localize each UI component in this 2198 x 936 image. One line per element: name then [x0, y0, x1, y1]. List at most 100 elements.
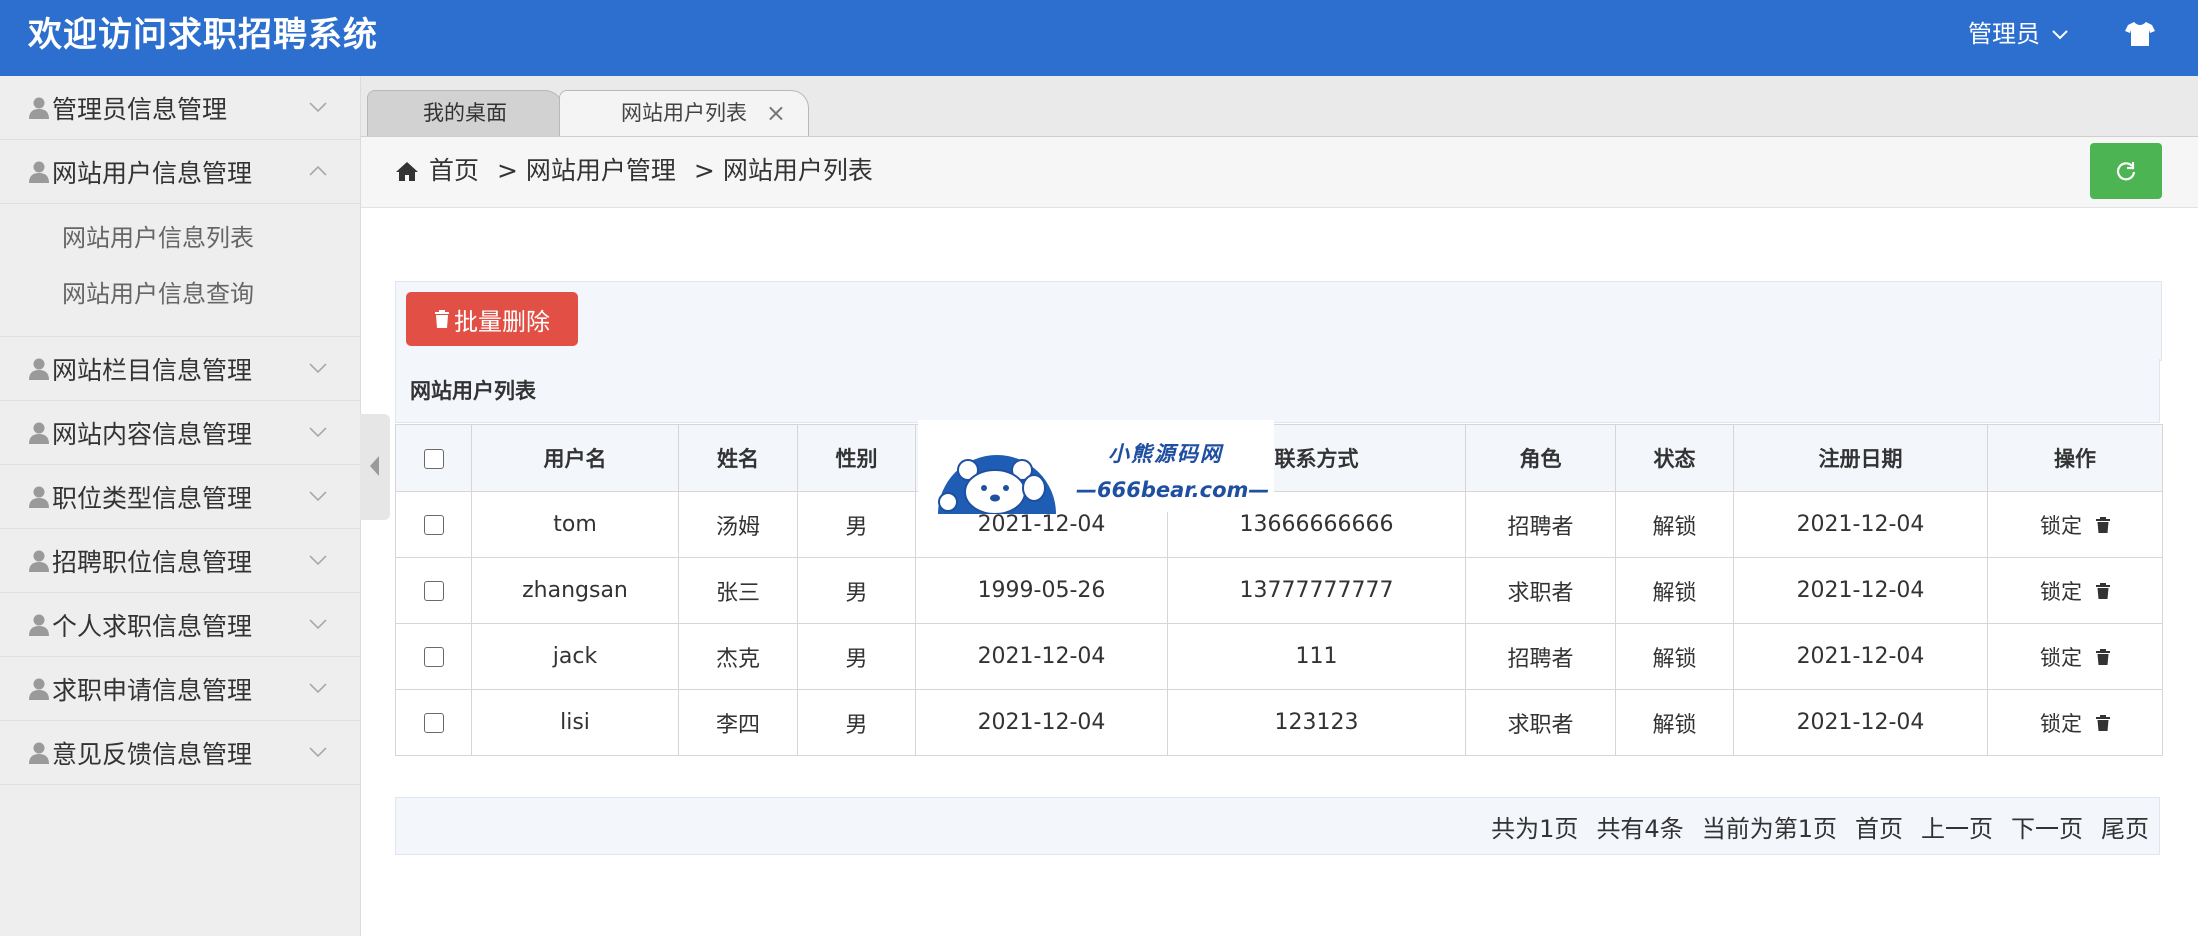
tab-desktop[interactable]: 我的桌面 — [367, 90, 563, 136]
pager-current: 当前为第1页 — [1701, 814, 1837, 843]
refresh-button[interactable] — [2090, 143, 2162, 199]
cell-birth: 1999-05-26 — [915, 557, 1168, 624]
chevron-down-icon — [309, 491, 327, 502]
user-icon — [29, 742, 49, 764]
header-gender: 性别 — [797, 424, 916, 492]
cell-ops: 锁定 — [1987, 623, 2163, 690]
sidebar-item-admin[interactable]: 管理员信息管理 — [0, 76, 360, 140]
header-checkbox-cell — [395, 424, 472, 492]
pager-last-link[interactable]: 尾页 — [2101, 809, 2149, 844]
tab-user-list[interactable]: 网站用户列表 × — [559, 90, 809, 136]
row-checkbox-cell — [395, 491, 472, 558]
trash-icon[interactable] — [2096, 516, 2110, 533]
sidebar-item-columns[interactable]: 网站栏目信息管理 — [0, 337, 360, 401]
batch-delete-button[interactable]: 批量删除 — [406, 292, 578, 346]
cell-name: 杰克 — [678, 623, 798, 690]
sidebar-subitem-user-query[interactable]: 网站用户信息查询 — [0, 266, 360, 322]
sidebar-item-label: 招聘职位信息管理 — [52, 547, 253, 577]
table-header-row: 用户名 姓名 性别 联系方式 角色 状态 注册日期 操作 — [395, 424, 2163, 492]
header-status: 状态 — [1615, 424, 1734, 492]
cell-phone: 13777777777 — [1167, 557, 1466, 624]
pagination: 共为1页 共有4条 当前为第1页 首页 上一页 下一页 尾页 — [395, 797, 2160, 855]
sidebar-item-label: 个人求职信息管理 — [52, 611, 253, 641]
panel-title: 网站用户列表 — [395, 359, 2160, 423]
user-icon — [29, 678, 49, 700]
row-checkbox[interactable] — [423, 647, 444, 667]
chevron-down-icon — [309, 555, 327, 566]
cell-reg-date: 2021-12-04 — [1733, 689, 1988, 756]
pager-next-link[interactable]: 下一页 — [2011, 809, 2083, 844]
breadcrumb-level2: > 网站用户列表 — [693, 156, 873, 185]
chevron-down-icon — [2052, 30, 2068, 40]
pager-first-link[interactable]: 首页 — [1855, 809, 1903, 844]
trash-icon[interactable] — [2096, 648, 2110, 665]
header-reg-date: 注册日期 — [1733, 424, 1988, 492]
cell-role: 招聘者 — [1465, 491, 1616, 558]
cell-name: 张三 — [678, 557, 798, 624]
chevron-down-icon — [309, 747, 327, 758]
breadcrumb-home[interactable]: 首页 — [429, 137, 479, 205]
pager-prev-link[interactable]: 上一页 — [1921, 809, 1993, 844]
header-role: 角色 — [1465, 424, 1616, 492]
sidebar-item-feedback[interactable]: 意见反馈信息管理 — [0, 721, 360, 785]
trash-icon[interactable] — [2096, 582, 2110, 599]
row-checkbox[interactable] — [423, 713, 444, 733]
chevron-up-icon — [309, 165, 327, 176]
batch-delete-label: 批量删除 — [454, 307, 550, 336]
select-all-checkbox[interactable] — [423, 449, 444, 469]
sidebar-collapse-handle[interactable] — [360, 414, 390, 520]
refresh-icon — [2116, 162, 2136, 181]
breadcrumb: 首页 > 网站用户管理 > 网站用户列表 — [395, 137, 873, 205]
table-row: jack 杰克 男 2021-12-04 111 招聘者 解锁 2021-12-… — [395, 623, 2163, 690]
user-icon — [29, 97, 49, 119]
row-checkbox[interactable] — [423, 515, 444, 535]
lock-link[interactable]: 锁定 — [2040, 576, 2082, 606]
sidebar-item-site-users[interactable]: 网站用户信息管理 — [0, 140, 360, 204]
cell-reg-date: 2021-12-04 — [1733, 557, 1988, 624]
row-checkbox-cell — [395, 689, 472, 756]
top-header: 欢迎访问求职招聘系统 管理员 — [0, 0, 2198, 76]
cell-reg-date: 2021-12-04 — [1733, 623, 1988, 690]
pager-total-records: 共有4条 — [1596, 814, 1684, 843]
breadcrumb-level1[interactable]: > 网站用户管理 — [497, 137, 676, 205]
user-icon — [29, 422, 49, 444]
sidebar-subitem-user-list[interactable]: 网站用户信息列表 — [0, 210, 360, 266]
chevron-down-icon — [309, 619, 327, 630]
cell-birth: 2021-12-04 — [915, 623, 1168, 690]
user-icon — [29, 614, 49, 636]
cell-ops: 锁定 — [1987, 491, 2163, 558]
cell-gender: 男 — [797, 557, 916, 624]
home-icon — [396, 162, 418, 181]
chevron-left-icon — [370, 456, 379, 476]
lock-link[interactable]: 锁定 — [2040, 708, 2082, 738]
lock-link[interactable]: 锁定 — [2040, 642, 2082, 672]
sidebar-item-job-types[interactable]: 职位类型信息管理 — [0, 465, 360, 529]
sidebar-item-label: 意见反馈信息管理 — [52, 739, 253, 769]
sidebar-item-label: 求职申请信息管理 — [52, 675, 253, 705]
cell-birth: 2021-12-04 — [915, 689, 1168, 756]
trash-icon[interactable] — [2096, 714, 2110, 731]
sidebar-item-positions[interactable]: 招聘职位信息管理 — [0, 529, 360, 593]
tshirt-icon[interactable] — [2124, 20, 2156, 48]
sidebar-item-resumes[interactable]: 个人求职信息管理 — [0, 593, 360, 657]
cell-gender: 男 — [797, 491, 916, 558]
trash-icon — [435, 310, 449, 328]
lock-link[interactable]: 锁定 — [2040, 510, 2082, 540]
sidebar-submenu: 网站用户信息列表 网站用户信息查询 — [0, 204, 360, 337]
cell-username: tom — [471, 491, 679, 558]
row-checkbox[interactable] — [423, 581, 444, 601]
pager-total-pages: 共为1页 — [1491, 814, 1579, 843]
cell-gender: 男 — [797, 623, 916, 690]
sidebar-item-applications[interactable]: 求职申请信息管理 — [0, 657, 360, 721]
row-checkbox-cell — [395, 557, 472, 624]
sidebar-item-label: 网站内容信息管理 — [52, 419, 253, 449]
bear-logo-icon — [938, 455, 1056, 514]
close-icon[interactable]: × — [766, 91, 786, 135]
sidebar-item-content[interactable]: 网站内容信息管理 — [0, 401, 360, 465]
cell-ops: 锁定 — [1987, 689, 2163, 756]
watermark: 小熊源码网 —666bear.com— — [918, 420, 1274, 514]
admin-menu[interactable]: 管理员 — [1968, 0, 2070, 68]
header-ops: 操作 — [1987, 424, 2163, 492]
header-name: 姓名 — [678, 424, 798, 492]
app-title: 欢迎访问求职招聘系统 — [28, 15, 378, 55]
